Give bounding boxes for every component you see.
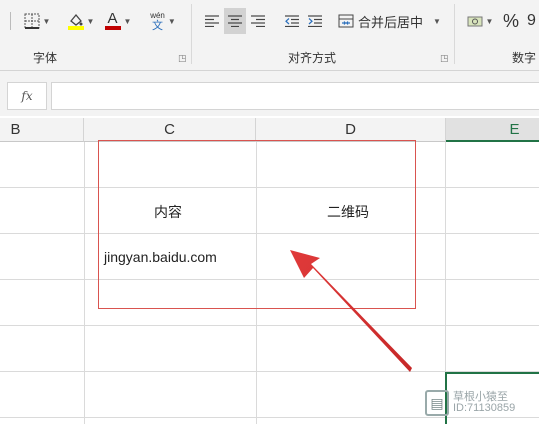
watermark-line2: ID:71130859: [453, 402, 516, 414]
watermark: ▤ 草根小猿至 ID:71130859: [423, 388, 539, 422]
annotation-arrow: [290, 250, 412, 372]
watermark-logo-icon: ▤: [425, 390, 449, 416]
